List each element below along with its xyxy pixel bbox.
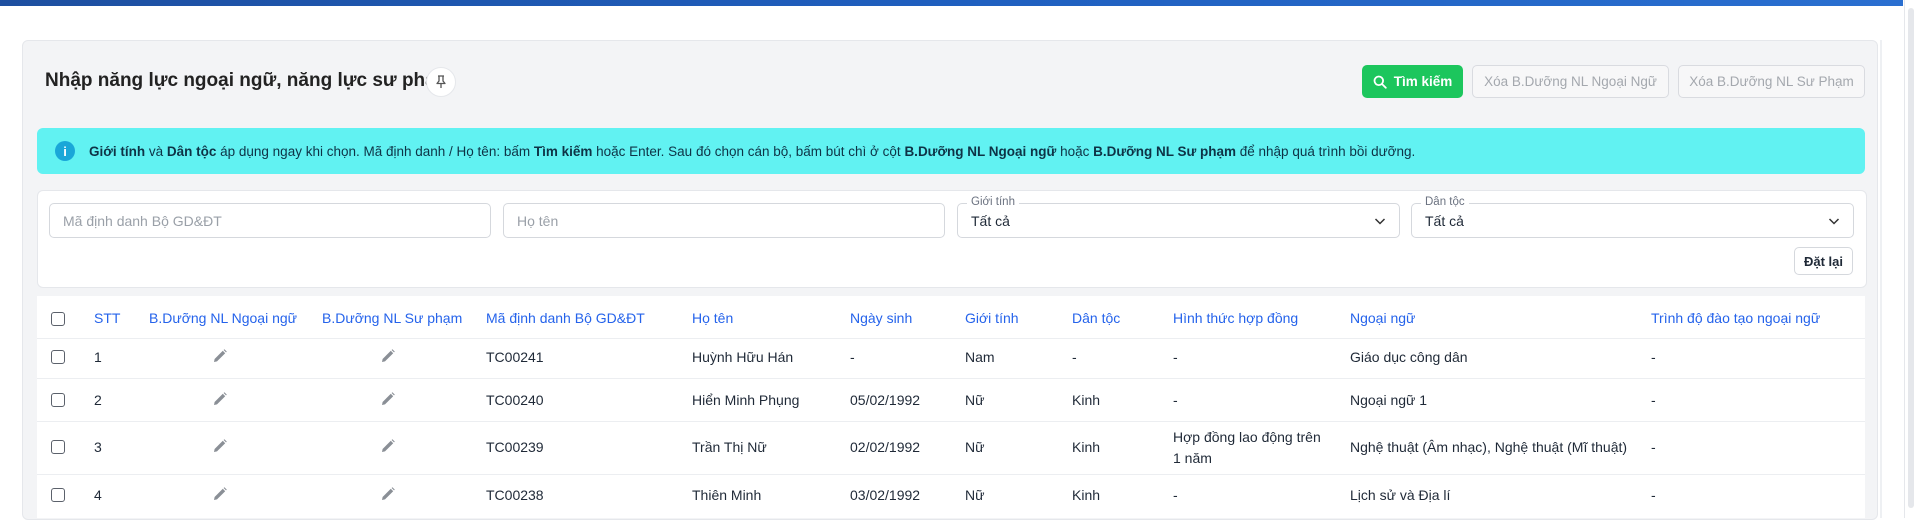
cell-dob: 02/02/1992 <box>850 439 921 455</box>
select-all-checkbox[interactable] <box>51 312 65 326</box>
cell-contract-type: - <box>1173 487 1178 503</box>
cell-stt: 1 <box>94 349 102 365</box>
edit-foreign-language-pencil-icon[interactable] <box>212 438 228 454</box>
gender-select-label: Giới tính <box>967 196 1019 208</box>
cell-ethnicity: Kinh <box>1072 439 1101 455</box>
pin-button[interactable] <box>426 67 456 97</box>
delete-pedagogy-label: Xóa B.Dưỡng NL Sư Phạm <box>1689 74 1854 89</box>
cell-gender: Nam <box>965 349 995 365</box>
cell-name: Hiển Minh Phụng <box>692 392 800 408</box>
chevron-down-icon <box>1374 218 1386 225</box>
cell-language-level: - <box>1651 349 1656 365</box>
chevron-down-icon <box>1828 218 1840 225</box>
cell-gender: Nữ <box>965 392 985 408</box>
gender-select-value: Tất cả <box>971 213 1010 229</box>
cell-ethnicity: - <box>1072 349 1077 365</box>
edit-pedagogy-pencil-icon[interactable] <box>380 348 396 364</box>
scrollbar-thumb[interactable] <box>1908 8 1914 508</box>
page-edge <box>1880 40 1882 518</box>
name-input[interactable]: Họ tên <box>503 203 945 238</box>
name-placeholder: Họ tên <box>517 212 559 229</box>
edit-foreign-language-pencil-icon[interactable] <box>212 486 228 502</box>
header-stt[interactable]: STT <box>94 310 120 326</box>
search-icon <box>1373 75 1387 89</box>
ethnicity-select[interactable]: Dân tộc Tất cả <box>1411 196 1854 238</box>
reset-button-label: Đặt lại <box>1803 253 1843 269</box>
header-pedagogy-training[interactable]: B.Dưỡng NL Sư phạm <box>322 310 462 326</box>
cell-contract-type: Hợp đồng lao động trên <box>1173 429 1321 445</box>
header-language-level[interactable]: Trình độ đào tạo ngoại ngữ <box>1651 310 1820 326</box>
header-staff-id[interactable]: Mã định danh Bộ GD&ĐT <box>486 310 645 326</box>
cell-language-level: - <box>1651 487 1656 503</box>
header-contract-type[interactable]: Hình thức hợp đồng <box>1173 310 1298 326</box>
staff-id-input[interactable]: Mã định danh Bộ GD&ĐT <box>49 203 491 238</box>
cell-stt: 4 <box>94 487 102 503</box>
delete-pedagogy-button[interactable]: Xóa B.Dưỡng NL Sư Phạm <box>1678 65 1865 98</box>
edit-pedagogy-pencil-icon[interactable] <box>380 486 396 502</box>
cell-contract-type: - <box>1173 392 1178 408</box>
cell-foreign-language: Nghệ thuật (Âm nhạc), Nghệ thuật (Mĩ thu… <box>1350 439 1628 455</box>
cell-dob: 03/02/1992 <box>850 487 921 503</box>
header-gender[interactable]: Giới tính <box>965 310 1019 326</box>
edit-foreign-language-pencil-icon[interactable] <box>212 391 228 407</box>
reset-button[interactable]: Đặt lại <box>1794 247 1853 275</box>
header-foreign-language-training[interactable]: B.Dưỡng NL Ngoại ngữ <box>149 310 297 326</box>
edit-foreign-language-pencil-icon[interactable] <box>212 348 228 364</box>
row-checkbox[interactable] <box>51 488 65 502</box>
cell-staff-id: TC00239 <box>486 439 544 455</box>
header-foreign-language[interactable]: Ngoại ngữ <box>1350 310 1415 326</box>
staff-id-placeholder: Mã định danh Bộ GD&ĐT <box>63 212 222 229</box>
row-divider <box>37 338 1865 339</box>
cell-stt: 2 <box>94 392 102 408</box>
cell-contract-type: - <box>1173 349 1178 365</box>
cell-name: Huỳnh Hữu Hán <box>692 349 794 365</box>
pin-icon <box>436 75 446 88</box>
delete-foreign-language-label: Xóa B.Dưỡng NL Ngoại Ngữ <box>1484 74 1657 89</box>
cell-gender: Nữ <box>965 439 985 455</box>
search-button-label: Tìm kiếm <box>1393 74 1453 89</box>
edit-pedagogy-pencil-icon[interactable] <box>380 438 396 454</box>
cell-staff-id: TC00241 <box>486 349 544 365</box>
cell-dob: 05/02/1992 <box>850 392 921 408</box>
staff-table <box>37 296 1865 518</box>
cell-foreign-language: Ngoại ngữ 1 <box>1350 392 1428 408</box>
gender-select[interactable]: Giới tính Tất cả <box>957 196 1400 238</box>
delete-foreign-language-button[interactable]: Xóa B.Dưỡng NL Ngoại Ngữ <box>1472 65 1669 98</box>
ethnicity-select-value: Tất cả <box>1425 213 1464 229</box>
cell-foreign-language: Lịch sử và Địa lí <box>1350 487 1451 503</box>
top-accent-bar <box>0 0 1903 6</box>
row-divider <box>37 474 1865 475</box>
cell-name: Trần Thị Nữ <box>692 439 767 455</box>
cell-foreign-language: Giáo dục công dân <box>1350 349 1468 365</box>
info-icon: i <box>55 141 75 161</box>
row-divider <box>37 421 1865 422</box>
cell-gender: Nữ <box>965 487 985 503</box>
cell-language-level: - <box>1651 392 1656 408</box>
edit-pedagogy-pencil-icon[interactable] <box>380 391 396 407</box>
search-button[interactable]: Tìm kiếm <box>1362 65 1463 98</box>
cell-language-level: - <box>1651 439 1656 455</box>
cell-contract-type-line2: 1 năm <box>1173 450 1212 466</box>
info-alert: i Giới tính và Dân tộc áp dụng ngay khi … <box>37 128 1865 174</box>
alert-message: Giới tính và Dân tộc áp dụng ngay khi ch… <box>89 143 1416 159</box>
header-name[interactable]: Họ tên <box>692 310 733 326</box>
row-checkbox[interactable] <box>51 393 65 407</box>
page-title: Nhập năng lực ngoại ngữ, năng lực sư phạ… <box>45 70 453 91</box>
row-divider <box>37 378 1865 379</box>
cell-name: Thiên Minh <box>692 487 762 503</box>
header-dob[interactable]: Ngày sinh <box>850 310 912 326</box>
cell-stt: 3 <box>94 439 102 455</box>
row-checkbox[interactable] <box>51 350 65 364</box>
cell-ethnicity: Kinh <box>1072 392 1101 408</box>
page-scrollbar[interactable] <box>1904 0 1919 518</box>
cell-staff-id: TC00238 <box>486 487 544 503</box>
row-checkbox[interactable] <box>51 440 65 454</box>
header-ethnicity[interactable]: Dân tộc <box>1072 310 1120 326</box>
cell-dob: - <box>850 349 855 365</box>
ethnicity-select-label: Dân tộc <box>1421 196 1469 208</box>
cell-ethnicity: Kinh <box>1072 487 1101 503</box>
cell-staff-id: TC00240 <box>486 392 544 408</box>
